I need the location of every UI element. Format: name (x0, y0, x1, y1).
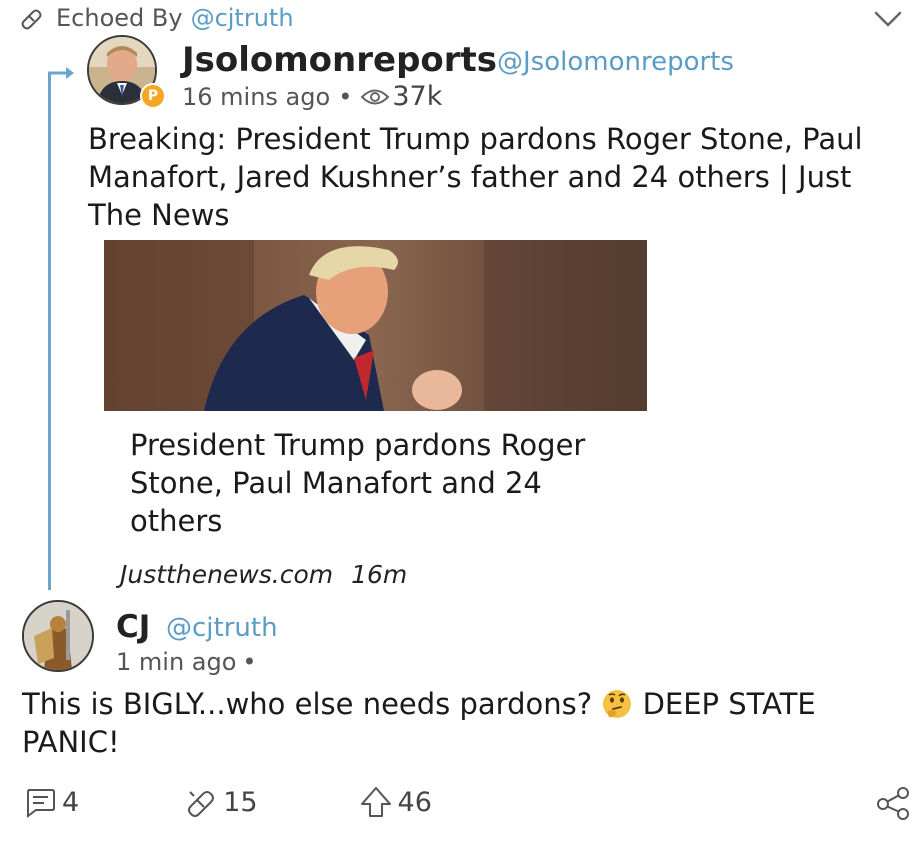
link-card-source: Justthenews.com 16m (120, 560, 407, 589)
author-name[interactable]: CJ (116, 609, 150, 645)
post-actions: 4 15 46 (22, 784, 432, 820)
comment-icon (27, 789, 55, 818)
share-icon[interactable] (875, 785, 911, 821)
post-time: 16 mins ago (182, 82, 331, 111)
echo-header: Echoed By @cjtruth (18, 2, 294, 34)
post-text: Breaking: President Trump pardons Roger … (88, 122, 863, 232)
echo-icon (21, 9, 42, 30)
echo-label: Echoed By (56, 4, 183, 32)
upvote-count: 46 (397, 786, 432, 818)
thinking-face-icon (603, 690, 632, 718)
verified-badge-icon: P (140, 83, 166, 109)
upvote-button[interactable]: 46 (358, 784, 432, 820)
upvote-arrow-icon (360, 787, 391, 817)
echo-count: 15 (223, 786, 258, 818)
eye-icon (360, 89, 390, 104)
reply-text-part1: This is BIGLY...who else needs pardons? (22, 687, 602, 721)
link-card-domain: Justthenews.com (120, 560, 334, 589)
echo-handle-link[interactable]: @cjtruth (191, 4, 294, 32)
comment-count: 4 (62, 786, 80, 818)
author-handle[interactable]: @Jsolomonreports (497, 47, 734, 77)
link-card-title[interactable]: President Trump pardons Roger Stone, Pau… (130, 426, 610, 540)
avatar[interactable] (22, 600, 94, 672)
link-card-age: 16m (351, 560, 408, 589)
chevron-down-icon[interactable] (873, 8, 903, 30)
reply-text: This is BIGLY...who else needs pardons? … (22, 685, 902, 761)
thread-connector-line (48, 72, 51, 590)
author-name[interactable]: Jsolomonreports (182, 40, 497, 80)
post-time: 1 min ago (116, 648, 237, 676)
post-meta: 1 min ago • (116, 648, 257, 676)
meta-separator: • (242, 648, 257, 676)
echo-button[interactable]: 15 (183, 784, 258, 820)
link-card-image[interactable] (104, 240, 647, 411)
view-count: 37k (392, 81, 443, 112)
post-meta: 16 mins ago • 37k (182, 81, 442, 112)
thread-arrow-icon (48, 67, 74, 82)
meta-separator: • (338, 82, 353, 111)
author-handle[interactable]: @cjtruth (166, 613, 278, 643)
comment-button[interactable]: 4 (22, 784, 79, 820)
echo-icon (188, 791, 215, 817)
